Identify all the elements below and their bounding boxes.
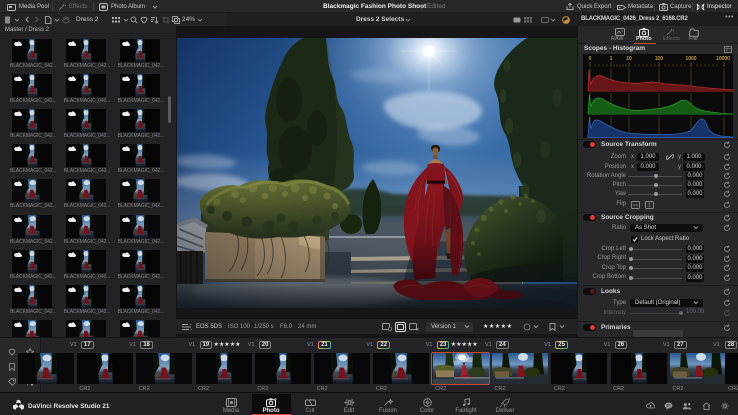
svg-text:100: 100 bbox=[655, 56, 664, 62]
svg-text:10: 10 bbox=[626, 56, 632, 62]
svg-text:10000: 10000 bbox=[716, 56, 730, 62]
svg-text:1000: 1000 bbox=[685, 56, 696, 62]
svg-text:1: 1 bbox=[610, 56, 613, 62]
svg-text:0: 0 bbox=[589, 56, 592, 62]
